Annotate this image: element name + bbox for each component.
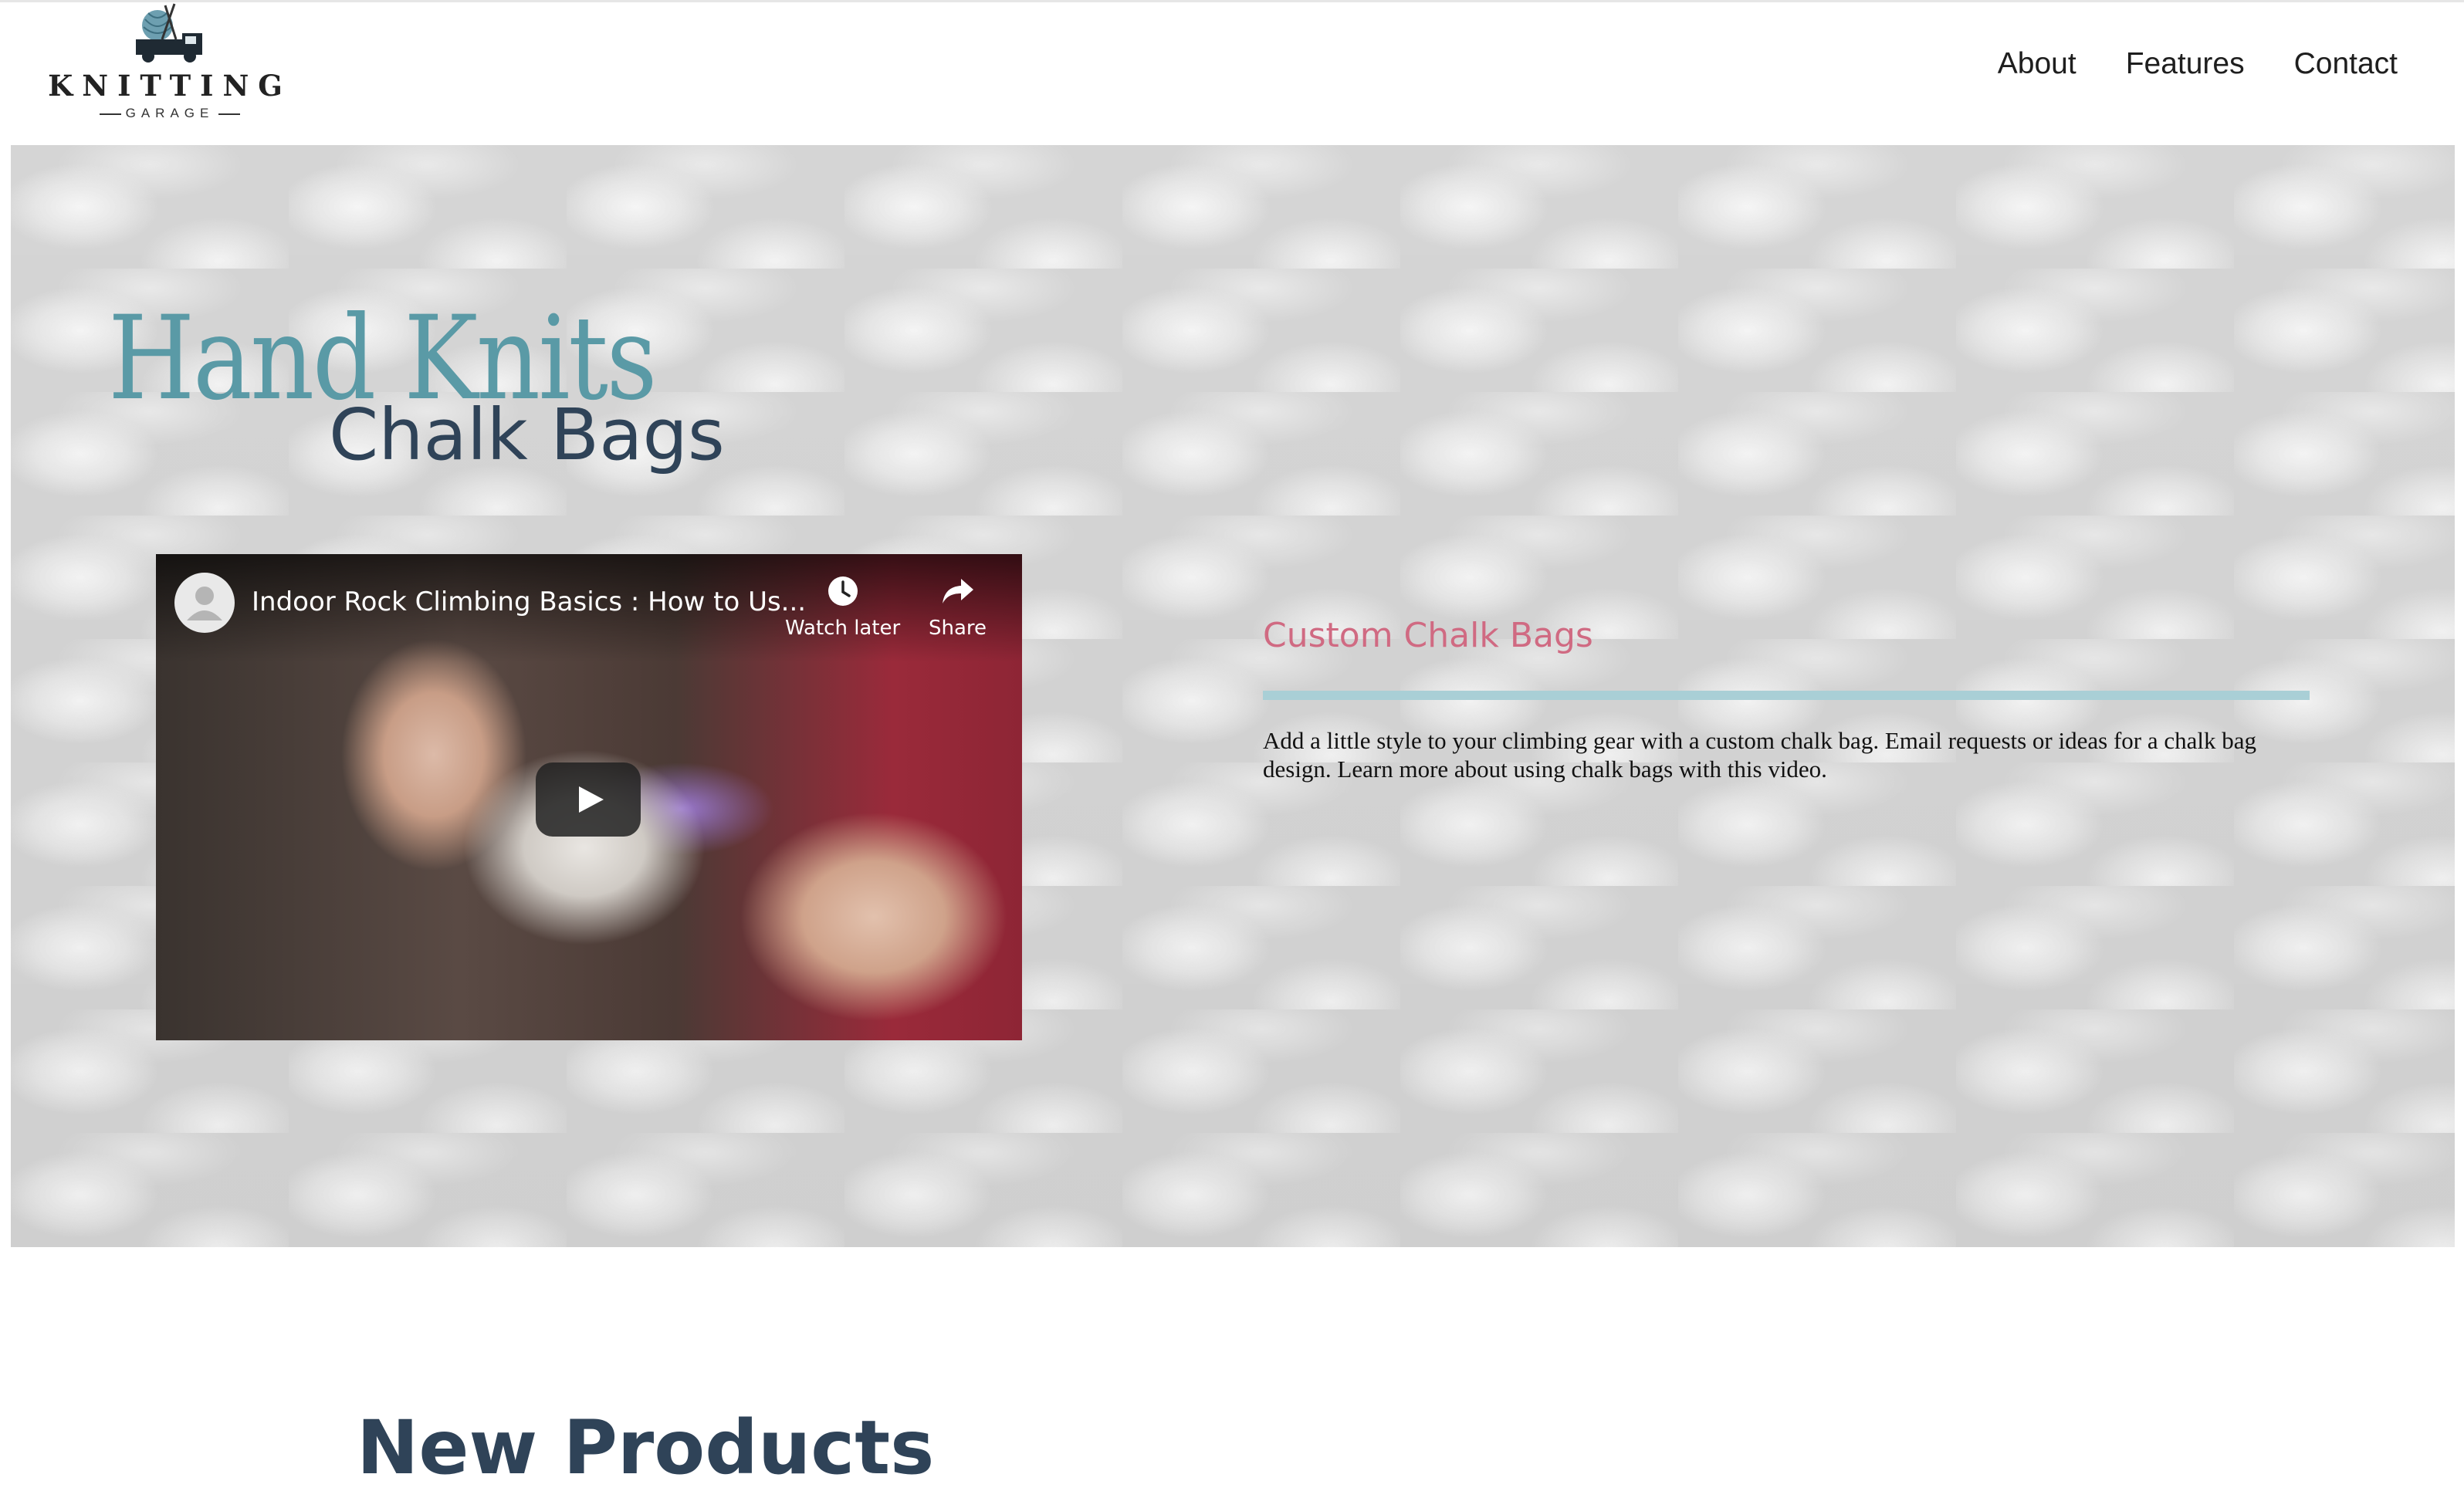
nav-features-link[interactable]: Features (2126, 47, 2245, 81)
channel-avatar[interactable] (174, 573, 235, 633)
watch-later-button[interactable]: Watch later (785, 574, 900, 640)
logo-subtitle-text: GARAGE (125, 106, 215, 120)
logo-subtitle: GARAGE (46, 106, 293, 121)
nav-contact-link[interactable]: Contact (2294, 47, 2398, 81)
share-arrow-icon (942, 579, 973, 604)
chalk-bag-card: Custom Chalk Bags Add a little style to … (1263, 616, 2310, 783)
hero-subtitle: Chalk Bags (329, 394, 725, 476)
site-header: KNITTING GARAGE About Features Contact (0, 2, 2464, 145)
products-heading: New Products (357, 1405, 935, 1491)
card-heading: Custom Chalk Bags (1263, 616, 1593, 655)
hero-section: Hand Knits Chalk Bags Indoor Rock Climbi… (11, 145, 2455, 1247)
truck-yarn-icon (136, 3, 202, 63)
nav-about-link[interactable]: About (1998, 47, 2076, 81)
person-silhouette-icon (187, 587, 222, 620)
video-player[interactable]: Indoor Rock Climbing Basics : How to Us.… (156, 554, 1022, 1040)
play-button[interactable] (536, 762, 641, 837)
share-label: Share (929, 617, 987, 640)
share-button[interactable]: Share (929, 574, 987, 640)
main-nav: About Features Contact (1998, 47, 2398, 81)
site-logo[interactable]: KNITTING GARAGE (46, 2, 293, 134)
logo-wordmark: KNITTING (48, 69, 292, 103)
video-title[interactable]: Indoor Rock Climbing Basics : How to Us.… (252, 587, 806, 617)
watch-later-label: Watch later (785, 617, 901, 640)
clock-icon (828, 576, 858, 606)
card-divider (1263, 691, 2310, 700)
card-description: Add a little style to your climbing gear… (1263, 727, 2256, 783)
